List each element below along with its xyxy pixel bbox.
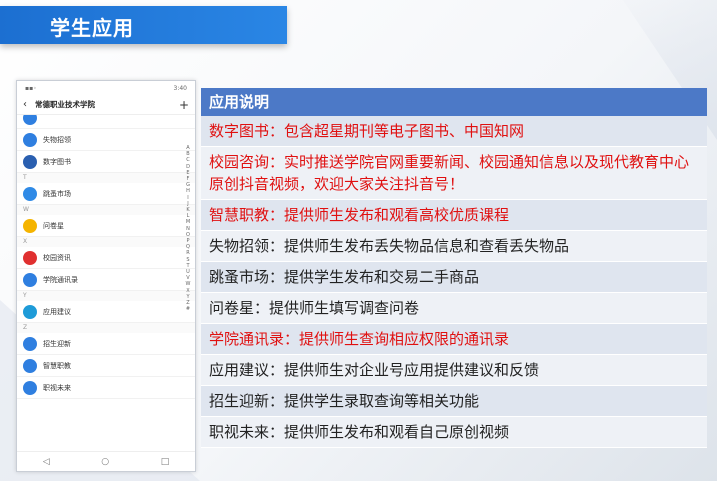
education-icon [23,358,37,373]
app-name: 职视未来 [43,383,71,392]
app-name: 校园资讯 [43,253,71,262]
contacts-icon [23,272,37,287]
soft-keys: ◁ ○ □ [17,451,195,471]
news-icon [23,250,37,265]
app-name: 数字图书 [43,157,71,166]
search-person-icon [23,132,37,147]
table-row: 智慧职教：提供师生发布和观看高校优质课程 [201,200,707,231]
app-name: 问卷星 [43,221,64,230]
table-row: 招生迎新：提供学生录取查询等相关功能 [201,386,707,417]
section-letter: Z [17,323,195,333]
status-time: 3:40 [173,84,187,92]
section-letter: T [17,173,195,183]
home-nav-icon[interactable]: ○ [101,457,109,467]
back-nav-icon[interactable]: ◁ [43,457,50,467]
table-row: 职视未来：提供师生发布和观看自己原创视频 [201,417,707,448]
section-letter: Y [17,291,195,301]
table-row: 失物招领：提供师生发布丢失物品信息和查看丢失物品 [201,231,707,262]
table-row: 应用建议：提供师生对企业号应用提供建议和反馈 [201,355,707,386]
list-item[interactable]: 校园资讯 [17,247,195,269]
alphabet-index[interactable]: A B C D E F G H I J K L M N O P Q R S T U V W X Y Z # [184,145,192,312]
list-item[interactable]: 智慧职教 [17,355,195,377]
header-ribbon: 学生应用 [0,6,287,44]
book-icon [23,154,37,169]
table-body: 数字图书：包含超星期刊等电子图书、中国知网 校园咨询：实时推送学院官网重要新闻、校… [201,116,707,448]
phone-page-title: 常德职业技术学院 [35,100,95,109]
list-item[interactable]: 学院通讯录 [17,269,195,291]
add-icon[interactable]: + [179,98,189,112]
app-name: 智慧职教 [43,361,71,370]
app-name: 失物招领 [43,135,71,144]
enroll-icon [23,336,37,351]
app-name: 跳蚤市场 [43,189,71,198]
app-name: 招生迎新 [43,339,71,348]
status-bar: ▪▪◦ 3:40 [17,81,195,95]
alphabet-letter[interactable]: # [184,306,192,312]
list-item[interactable]: 跳蚤市场 [17,183,195,205]
page-title: 学生应用 [50,16,134,40]
list-item[interactable]: 问卷星 [17,215,195,237]
list-item[interactable]: 数字图书 [17,151,195,173]
recent-apps-icon[interactable]: □ [161,457,170,467]
section-letter: W [17,205,195,215]
table-header: 应用说明 [201,88,707,116]
shop-icon [23,186,37,201]
app-icon [23,115,37,125]
list-item[interactable]: 应用建议 [17,301,195,323]
back-icon[interactable]: ‹ [23,99,35,110]
app-list: 失物招领数字图书 T 跳蚤市场 W 问卷星 X 校园资讯学院通讯录 Y 应用建议 Z 招生迎新智慧职… [17,115,195,453]
app-name: 学院通讯录 [43,275,78,284]
suggest-icon [23,304,37,319]
app-name: 应用建议 [43,307,71,316]
star-icon [23,218,37,233]
table-row: 跳蚤市场：提供学生发布和交易二手商品 [201,262,707,293]
table-row: 校园咨询：实时推送学院官网重要新闻、校园通知信息以及现代教育中心原创抖音视频，欢… [201,147,707,200]
video-icon [23,380,37,395]
table-row: 问卷星：提供师生填写调查问卷 [201,293,707,324]
description-table: 应用说明 数字图书：包含超星期刊等电子图书、中国知网 校园咨询：实时推送学院官网重… [201,88,707,448]
nav-bar: ‹ 常德职业技术学院 + [17,95,195,115]
table-row: 数字图书：包含超星期刊等电子图书、中国知网 [201,116,707,147]
list-item[interactable]: 失物招领 [17,129,195,151]
signal-icon: ▪▪◦ [25,84,37,92]
table-row: 学院通讯录：提供师生查询相应权限的通讯录 [201,324,707,355]
list-item[interactable] [17,115,195,129]
list-item[interactable]: 招生迎新 [17,333,195,355]
section-letter: X [17,237,195,247]
list-item[interactable]: 职视未来 [17,377,195,399]
phone-screenshot: ▪▪◦ 3:40 ‹ 常德职业技术学院 + 失物招领数字图书 T 跳蚤市场 W 问卷星 X… [16,80,196,472]
